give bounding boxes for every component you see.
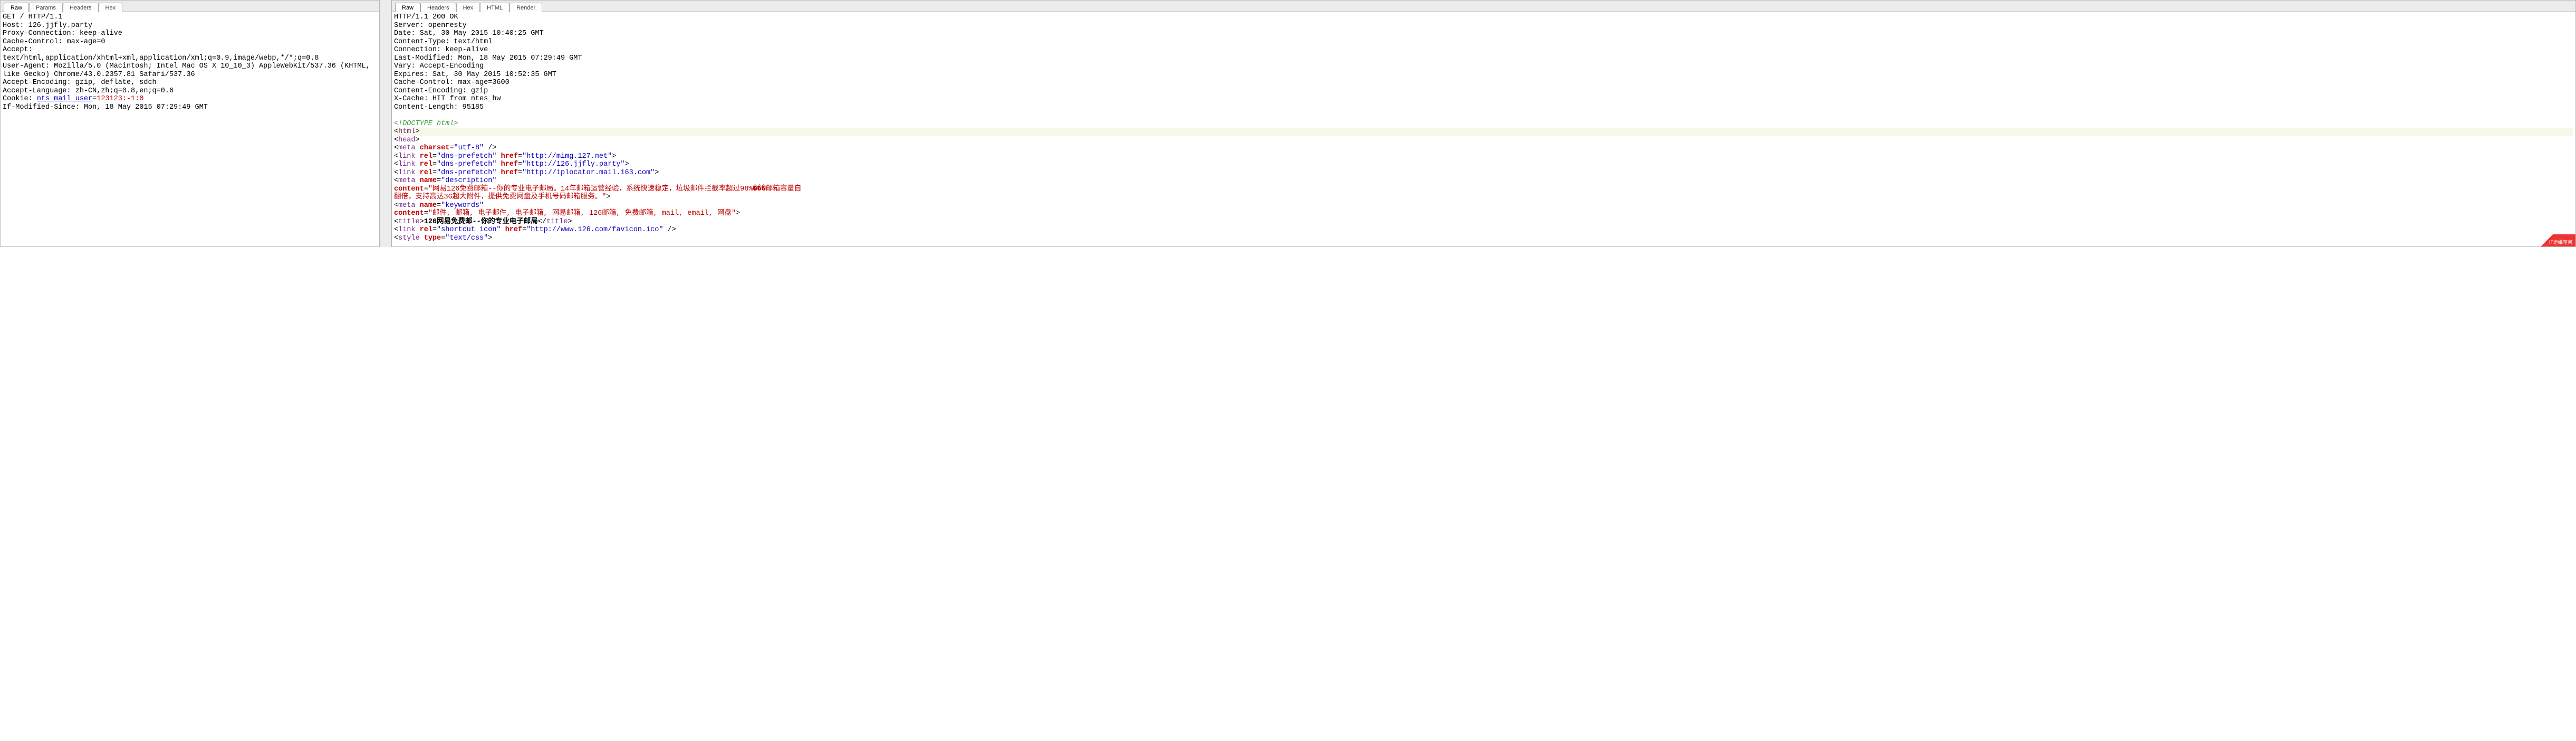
- cookie-name: nts_mail_user: [37, 95, 92, 103]
- doctype-decl: <!DOCTYPE html>: [394, 120, 458, 128]
- tab-raw[interactable]: Raw: [395, 3, 420, 12]
- response-pane: RawHeadersHexHTMLRender HTTP/1.1 200 OK …: [391, 0, 2576, 247]
- tab-hex[interactable]: Hex: [99, 3, 123, 12]
- watermark: IT运维空间: [2534, 234, 2575, 246]
- cookie-value: 123123:-1:0: [97, 95, 143, 103]
- tab-params[interactable]: Params: [29, 3, 63, 12]
- request-tabbar: RawParamsHeadersHex: [1, 1, 379, 12]
- request-pane: RawParamsHeadersHex GET / HTTP/1.1 Host:…: [0, 0, 380, 247]
- tab-headers[interactable]: Headers: [420, 3, 456, 12]
- request-raw-content[interactable]: GET / HTTP/1.1 Host: 126.jjfly.party Pro…: [1, 12, 379, 246]
- tab-headers[interactable]: Headers: [63, 3, 99, 12]
- tab-raw[interactable]: Raw: [4, 3, 29, 12]
- tab-hex[interactable]: Hex: [456, 3, 480, 12]
- response-raw-content[interactable]: HTTP/1.1 200 OK Server: openresty Date: …: [392, 12, 2575, 246]
- pane-divider[interactable]: [380, 0, 391, 247]
- tab-render[interactable]: Render: [510, 3, 542, 12]
- response-tabbar: RawHeadersHexHTMLRender: [392, 1, 2575, 12]
- tab-html[interactable]: HTML: [480, 3, 510, 12]
